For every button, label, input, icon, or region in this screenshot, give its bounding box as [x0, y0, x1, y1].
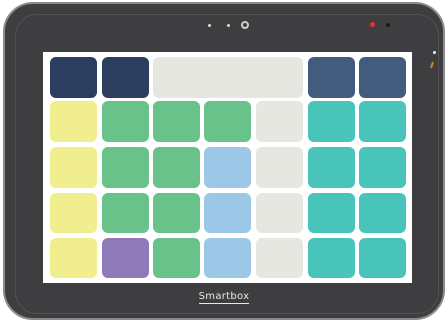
tile-r2-c0-yellow[interactable]	[50, 147, 97, 188]
brand-logo: Smartbox	[0, 291, 448, 304]
tile-r3-c2-green[interactable]	[153, 193, 200, 233]
tile-r1-c6-teal[interactable]	[359, 101, 406, 142]
tile-r2-c3-blue[interactable]	[204, 147, 251, 188]
tile-r2-c5-teal[interactable]	[308, 147, 355, 188]
tile-r2-c2-green[interactable]	[153, 147, 200, 188]
tile-r2-c4-gray[interactable]	[256, 147, 303, 188]
tile-r4-c6-teal[interactable]	[359, 238, 406, 278]
tile-r2-c6-teal[interactable]	[359, 147, 406, 188]
tile-r3-c3-blue[interactable]	[204, 193, 251, 233]
tile-r0-c1-navy[interactable]	[102, 57, 149, 98]
tile-r4-c1-purple[interactable]	[102, 238, 149, 278]
tile-r0-c6-slate[interactable]	[359, 57, 406, 98]
tile-r3-c1-green[interactable]	[102, 193, 149, 233]
tile-r4-c2-green[interactable]	[153, 238, 200, 278]
brand-label: Smartbox	[198, 291, 250, 304]
tile-r3-c0-yellow[interactable]	[50, 193, 97, 233]
tile-r3-c5-teal[interactable]	[308, 193, 355, 233]
tile-r1-c0-yellow[interactable]	[50, 101, 97, 142]
tile-r0-c0-navy[interactable]	[50, 57, 97, 98]
tile-r1-c3-green[interactable]	[204, 101, 251, 142]
tile-r1-c5-teal[interactable]	[308, 101, 355, 142]
status-led	[370, 22, 375, 27]
sensor-dot-left	[208, 24, 211, 27]
tile-r1-c2-green[interactable]	[153, 101, 200, 142]
tile-r1-c4-gray[interactable]	[256, 101, 303, 142]
tile-r0-c5-slate[interactable]	[308, 57, 355, 98]
tile-r4-c5-teal[interactable]	[308, 238, 355, 278]
tile-r3-c4-gray[interactable]	[256, 193, 303, 233]
sensor-led	[386, 23, 390, 27]
tile-r4-c0-yellow[interactable]	[50, 238, 97, 278]
side-button[interactable]	[433, 51, 436, 54]
tile-header-wide[interactable]	[153, 57, 303, 98]
tile-r1-c1-green[interactable]	[102, 101, 149, 142]
tile-r4-c3-blue[interactable]	[204, 238, 251, 278]
camera-icon	[241, 21, 249, 29]
screen	[43, 52, 412, 283]
tile-r3-c6-teal[interactable]	[359, 193, 406, 233]
sensor-dot-right	[227, 24, 230, 27]
tile-r2-c1-green[interactable]	[102, 147, 149, 188]
tile-r4-c4-gray[interactable]	[256, 238, 303, 278]
